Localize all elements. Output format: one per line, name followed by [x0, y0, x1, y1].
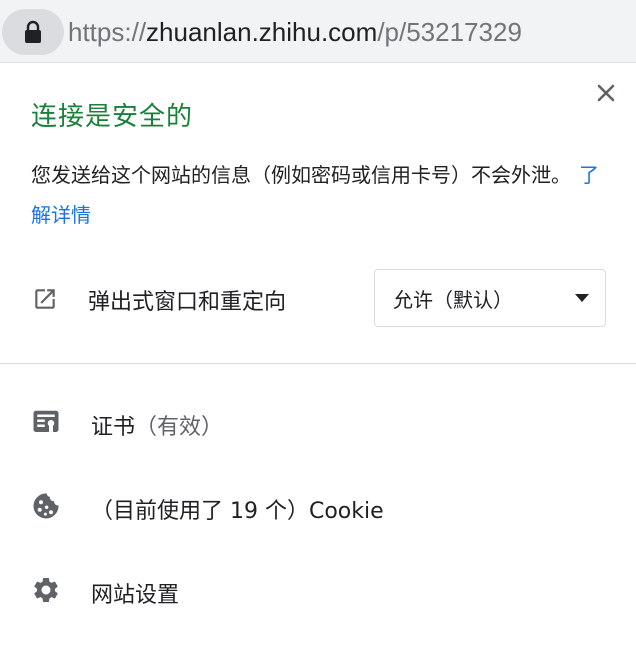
address-bar[interactable]: https://zhuanlan.zhihu.com/p/53217329: [0, 0, 636, 62]
close-button[interactable]: [593, 80, 619, 106]
certificate-item[interactable]: 证书（有效）: [0, 385, 636, 459]
dropdown-arrow-icon: [575, 294, 589, 302]
page-info-popup: 连接是安全的 您发送给这个网站的信息（例如密码或信用卡号）不会外泄。 了解详情 弹…: [0, 62, 636, 651]
site-settings-item[interactable]: 网站设置: [0, 553, 636, 627]
cookies-item[interactable]: （目前使用了 19 个）Cookie: [0, 469, 636, 543]
url-path: /p/53217329: [377, 17, 522, 47]
certificate-label: 证书（有效）: [91, 409, 223, 441]
lock-icon: [25, 20, 41, 43]
cookie-icon: [31, 491, 61, 525]
url-scheme: https://: [68, 17, 147, 47]
open-in-new-icon: [32, 286, 58, 316]
divider: [0, 363, 636, 364]
certificate-status: （有效）: [135, 415, 224, 440]
close-icon: [597, 84, 615, 102]
popup-permission-row: 弹出式窗口和重定向 允许（默认）: [31, 268, 606, 328]
select-value: 允许（默认）: [393, 288, 513, 312]
popup-permission-select[interactable]: 允许（默认）: [374, 269, 606, 327]
description-text: 您发送给这个网站的信息（例如密码或信用卡号）不会外泄。: [31, 163, 571, 187]
connection-description: 您发送给这个网站的信息（例如密码或信用卡号）不会外泄。 了解详情: [31, 155, 606, 235]
url-text[interactable]: https://zhuanlan.zhihu.com/p/53217329: [68, 14, 522, 50]
site-settings-label: 网站设置: [91, 583, 180, 608]
url-host: zhuanlan.zhihu.com: [146, 17, 378, 47]
popup-permission-label: 弹出式窗口和重定向: [88, 290, 287, 315]
connection-status-title: 连接是安全的: [31, 102, 194, 132]
cookies-label: （目前使用了 19 个）Cookie: [91, 499, 384, 524]
site-info-button[interactable]: [2, 9, 64, 55]
gear-icon: [31, 575, 61, 609]
certificate-icon: [31, 407, 61, 441]
certificate-text: 证书: [91, 415, 136, 440]
